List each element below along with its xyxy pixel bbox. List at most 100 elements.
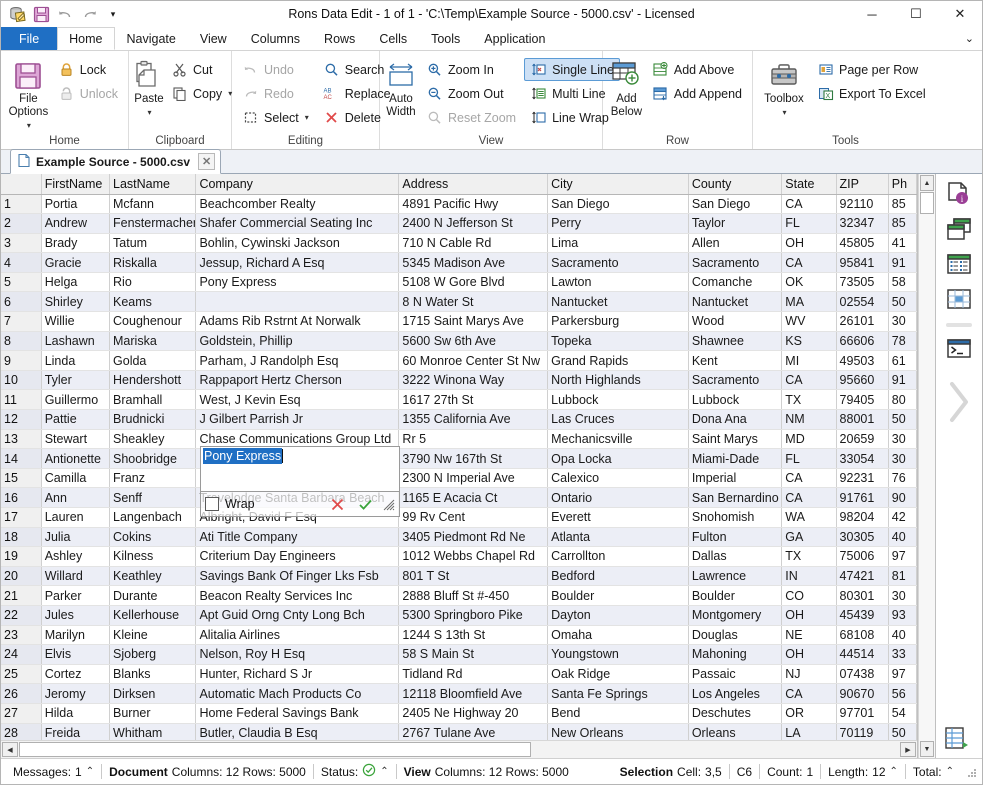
- cell-county[interactable]: Kent: [688, 350, 783, 371]
- cell-ph[interactable]: 93: [888, 605, 917, 626]
- export-to-excel-button[interactable]: X Export To Excel: [811, 82, 932, 105]
- cell-company[interactable]: Jessup, Richard A Esq: [195, 252, 400, 273]
- cell-zip[interactable]: 70119: [836, 723, 889, 740]
- cell-lastname[interactable]: Keathley: [109, 566, 197, 587]
- cell-address[interactable]: 1355 California Ave: [398, 409, 549, 430]
- toolbox-button[interactable]: Toolbox ▾: [757, 57, 811, 117]
- chevron-down-icon[interactable]: ▾: [782, 108, 786, 117]
- cell-ph[interactable]: 40: [888, 527, 917, 548]
- cell-firstname[interactable]: Tyler: [41, 370, 111, 391]
- quick-access-more-button[interactable]: ▾: [103, 4, 123, 24]
- chevron-down-icon[interactable]: ▾: [147, 108, 151, 117]
- cell-zip[interactable]: 02554: [836, 291, 889, 313]
- cell-state[interactable]: OR: [781, 703, 837, 724]
- cell-company[interactable]: Adams Rib Rstrnt At Norwalk: [195, 311, 400, 332]
- cell-city[interactable]: Lima: [547, 233, 689, 254]
- document-tab[interactable]: Example Source - 5000.csv ✕: [10, 149, 222, 174]
- cell-company[interactable]: Rappaport Hertz Cherson: [195, 370, 400, 391]
- table-row[interactable]: 1 Portia Mcfann Beachcomber Realty 4891 Paci…: [1, 194, 917, 215]
- cell-city[interactable]: Santa Fe Springs: [547, 683, 689, 704]
- cell-city[interactable]: Nantucket: [547, 291, 689, 313]
- cell-county[interactable]: Lawrence: [688, 566, 783, 587]
- cell-firstname[interactable]: Julia: [41, 527, 111, 548]
- cell-company[interactable]: Butler, Claudia B Esq: [195, 723, 400, 740]
- cell-address[interactable]: 5300 Springboro Pike: [398, 605, 549, 626]
- cell-city[interactable]: Mechanicsville: [547, 429, 689, 450]
- column-header-rownum[interactable]: [1, 174, 42, 195]
- cell-county[interactable]: San Bernardino: [688, 487, 783, 508]
- chevron-up-icon[interactable]: ⌃: [380, 766, 388, 777]
- reset-zoom-button[interactable]: Reset Zoom: [420, 106, 522, 129]
- cell-county[interactable]: Douglas: [688, 625, 783, 646]
- cell-rownum[interactable]: 2: [1, 213, 42, 234]
- cell-zip[interactable]: 07438: [836, 664, 889, 685]
- cell-zip[interactable]: 97701: [836, 703, 889, 724]
- cell-rownum[interactable]: 14: [1, 448, 42, 469]
- cell-ph[interactable]: 30: [888, 448, 917, 469]
- cell-state[interactable]: CA: [781, 487, 837, 508]
- cell-lastname[interactable]: Fenstermacher: [109, 213, 197, 234]
- column-header-zip[interactable]: ZIP: [836, 174, 889, 195]
- cell-rownum[interactable]: 3: [1, 233, 42, 254]
- cell-address[interactable]: 99 Rv Cent: [398, 507, 549, 528]
- cell-firstname[interactable]: Willard: [41, 566, 111, 587]
- cell-state[interactable]: CA: [781, 370, 837, 391]
- cell-zip[interactable]: 49503: [836, 350, 889, 371]
- cell-company[interactable]: Beacon Realty Services Inc: [195, 585, 400, 606]
- add-above-button[interactable]: Add Above: [646, 58, 748, 81]
- document-info-icon[interactable]: i: [943, 180, 975, 210]
- cell-ph[interactable]: 61: [888, 350, 917, 371]
- tab-navigate[interactable]: Navigate: [115, 27, 188, 50]
- cell-city[interactable]: Perry: [547, 213, 689, 234]
- table-row[interactable]: 20 Willard Keathley Savings Bank Of Finger …: [1, 566, 917, 587]
- cell-zip[interactable]: 92231: [836, 468, 889, 489]
- cell-address[interactable]: 2400 N Jefferson St: [398, 213, 549, 234]
- cell-city[interactable]: Lawton: [547, 272, 689, 293]
- tab-cells[interactable]: Cells: [367, 27, 419, 50]
- cell-company[interactable]: Automatic Mach Products Co: [195, 683, 400, 704]
- cell-zip[interactable]: 68108: [836, 625, 889, 646]
- cell-rownum[interactable]: 15: [1, 468, 42, 489]
- cell-state[interactable]: NE: [781, 625, 837, 646]
- cell-zip[interactable]: 95841: [836, 252, 889, 273]
- cell-county[interactable]: Comanche: [688, 272, 783, 293]
- add-append-button[interactable]: Add Append: [646, 82, 748, 105]
- cell-company[interactable]: J Gilbert Parrish Jr: [195, 409, 400, 430]
- cell-address[interactable]: 1244 S 13th St: [398, 625, 549, 646]
- cell-company[interactable]: Goldstein, Phillip: [195, 331, 400, 352]
- cell-city[interactable]: Carrollton: [547, 546, 689, 567]
- cell-firstname[interactable]: Brady: [41, 233, 111, 254]
- cell-city[interactable]: Boulder: [547, 585, 689, 606]
- cell-ph[interactable]: 41: [888, 233, 917, 254]
- cell-lastname[interactable]: Dirksen: [109, 683, 197, 704]
- file-options-button[interactable]: File Options ▾: [5, 57, 52, 132]
- table-row[interactable]: 15CamillaFranzContact2300 N Imperial Ave…: [1, 468, 917, 489]
- cell-lastname[interactable]: Mcfann: [109, 194, 197, 215]
- cell-lastname[interactable]: Kilness: [109, 546, 197, 567]
- table-row[interactable]: 17 Lauren Langenbach Albright, David F Esq 9…: [1, 507, 917, 528]
- cell-ph[interactable]: 76: [888, 468, 917, 489]
- cell-lastname[interactable]: Hendershott: [109, 370, 197, 391]
- cell-state[interactable]: OK: [781, 272, 837, 293]
- cell-ph[interactable]: 80: [888, 389, 917, 411]
- cell-lastname[interactable]: Sheakley: [109, 429, 197, 450]
- cell-firstname[interactable]: Cortez: [41, 664, 111, 685]
- table-row[interactable]: 25 Cortez Blanks Hunter, Richard S Jr Tidlan…: [1, 664, 917, 685]
- add-below-button[interactable]: Add Below: [607, 57, 646, 119]
- cell-lastname[interactable]: Durante: [109, 585, 197, 606]
- table-row[interactable]: 23 Marilyn Kleine Alitalia Airlines 1244 S 1…: [1, 625, 917, 646]
- cell-address[interactable]: 8 N Water St: [398, 291, 549, 313]
- cell-company[interactable]: Nelson, Roy H Esq: [195, 644, 400, 665]
- unlock-button[interactable]: Unlock: [52, 82, 124, 105]
- cell-firstname[interactable]: Camilla: [41, 468, 111, 489]
- column-header-state[interactable]: State: [781, 174, 837, 195]
- cell-city[interactable]: Everett: [547, 507, 689, 528]
- cell-company[interactable]: Pony Express: [195, 272, 400, 293]
- cell-lastname[interactable]: Bramhall: [109, 389, 197, 411]
- cell-rownum[interactable]: 16: [1, 487, 42, 508]
- table-row[interactable]: 26 Jeromy Dirksen Automatic Mach Products C…: [1, 683, 917, 704]
- cell-state[interactable]: MI: [781, 350, 837, 371]
- cell-ph[interactable]: 50: [888, 723, 917, 740]
- cut-button[interactable]: Cut: [165, 58, 238, 81]
- cell-city[interactable]: Calexico: [547, 468, 689, 489]
